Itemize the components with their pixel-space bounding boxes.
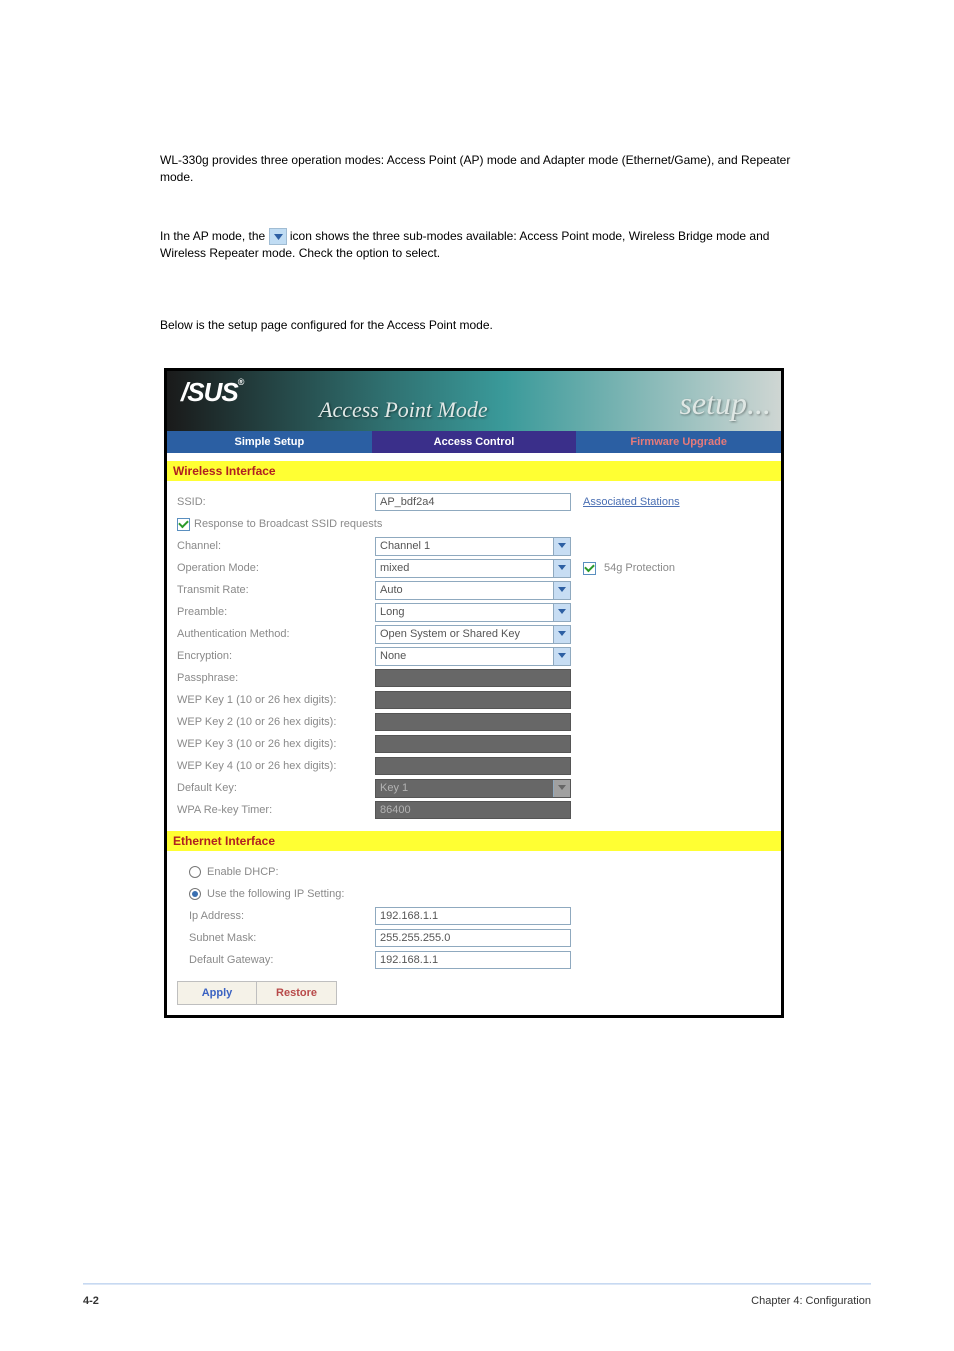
footer-divider (83, 1283, 871, 1285)
chevron-down-icon (553, 626, 570, 643)
encryption-select[interactable]: None (375, 647, 571, 666)
chevron-down-icon (553, 780, 570, 797)
wep4-input[interactable] (375, 757, 571, 775)
wep2-label: WEP Key 2 (10 or 26 hex digits): (177, 716, 375, 728)
chapter-label: Chapter 4: Configuration (751, 1295, 871, 1307)
associated-stations-link[interactable]: Associated Stations (583, 496, 680, 508)
doc-paragraph-3: Below is the setup page configured for t… (160, 317, 796, 334)
static-ip-radio[interactable] (189, 888, 201, 900)
subnet-mask-label: Subnet Mask: (189, 932, 375, 944)
subnet-mask-input[interactable] (375, 929, 571, 947)
wireless-form: SSID: Associated Stations Response to Br… (167, 481, 781, 831)
default-gateway-label: Default Gateway: (189, 954, 375, 966)
page-number: 4-2 (83, 1295, 99, 1307)
wep3-input[interactable] (375, 735, 571, 753)
ip-address-label: Ip Address: (189, 910, 375, 922)
static-ip-label: Use the following IP Setting: (207, 888, 344, 900)
54g-protection-checkbox[interactable] (583, 562, 596, 575)
nav-tabs: Simple Setup Access Control Firmware Upg… (167, 431, 781, 453)
encryption-label: Encryption: (177, 650, 375, 662)
wep1-input[interactable] (375, 691, 571, 709)
section-ethernet-header: Ethernet Interface (167, 831, 781, 851)
chevron-down-icon (553, 538, 570, 555)
section-wireless-header: Wireless Interface (167, 461, 781, 481)
wep3-label: WEP Key 3 (10 or 26 hex digits): (177, 738, 375, 750)
restore-button[interactable]: Restore (257, 981, 337, 1005)
tab-access-control[interactable]: Access Control (372, 431, 577, 453)
wep4-label: WEP Key 4 (10 or 26 hex digits): (177, 760, 375, 772)
preamble-label: Preamble: (177, 606, 375, 618)
setup-heading: setup... (679, 385, 771, 422)
txrate-label: Transmit Rate: (177, 584, 375, 596)
wpa-rekey-label: WPA Re-key Timer: (177, 804, 375, 816)
opmode-select[interactable]: mixed (375, 559, 571, 578)
chevron-down-icon (269, 228, 287, 245)
auth-select[interactable]: Open System or Shared Key (375, 625, 571, 644)
default-key-select[interactable]: Key 1 (375, 779, 571, 798)
wep1-label: WEP Key 1 (10 or 26 hex digits): (177, 694, 375, 706)
wpa-rekey-input[interactable] (375, 801, 571, 819)
enable-dhcp-label: Enable DHCP: (207, 866, 279, 878)
auth-label: Authentication Method: (177, 628, 375, 640)
header-banner: /SUS® Access Point Mode setup... (167, 371, 781, 431)
54g-protection-label: 54g Protection (604, 562, 675, 574)
chevron-down-icon (553, 560, 570, 577)
channel-select[interactable]: Channel 1 (375, 537, 571, 556)
ssid-label: SSID: (177, 496, 375, 508)
default-key-label: Default Key: (177, 782, 375, 794)
ssid-input[interactable] (375, 493, 571, 511)
chevron-down-icon (553, 582, 570, 599)
ethernet-form: Enable DHCP: Use the following IP Settin… (167, 851, 781, 1015)
preamble-select[interactable]: Long (375, 603, 571, 622)
doc-para2-a: In the AP mode, the (160, 229, 269, 243)
chevron-down-icon (553, 648, 570, 665)
chevron-down-icon (553, 604, 570, 621)
broadcast-ssid-checkbox[interactable] (177, 518, 190, 531)
asus-logo: /SUS® (181, 377, 243, 408)
apply-button[interactable]: Apply (177, 981, 257, 1005)
channel-label: Channel: (177, 540, 375, 552)
opmode-label: Operation Mode: (177, 562, 375, 574)
tab-simple-setup[interactable]: Simple Setup (167, 431, 372, 453)
ip-address-input[interactable] (375, 907, 571, 925)
enable-dhcp-radio[interactable] (189, 866, 201, 878)
wep2-input[interactable] (375, 713, 571, 731)
default-gateway-input[interactable] (375, 951, 571, 969)
txrate-select[interactable]: Auto (375, 581, 571, 600)
broadcast-ssid-label: Response to Broadcast SSID requests (194, 518, 382, 530)
router-setup-screenshot: /SUS® Access Point Mode setup... Simple … (164, 368, 784, 1018)
passphrase-label: Passphrase: (177, 672, 375, 684)
doc-paragraph-2: In the AP mode, the icon shows the three… (160, 228, 796, 263)
passphrase-input[interactable] (375, 669, 571, 687)
tab-firmware-upgrade[interactable]: Firmware Upgrade (576, 431, 781, 453)
mode-title: Access Point Mode (319, 397, 488, 423)
doc-paragraph-1: WL-330g provides three operation modes: … (160, 152, 796, 187)
